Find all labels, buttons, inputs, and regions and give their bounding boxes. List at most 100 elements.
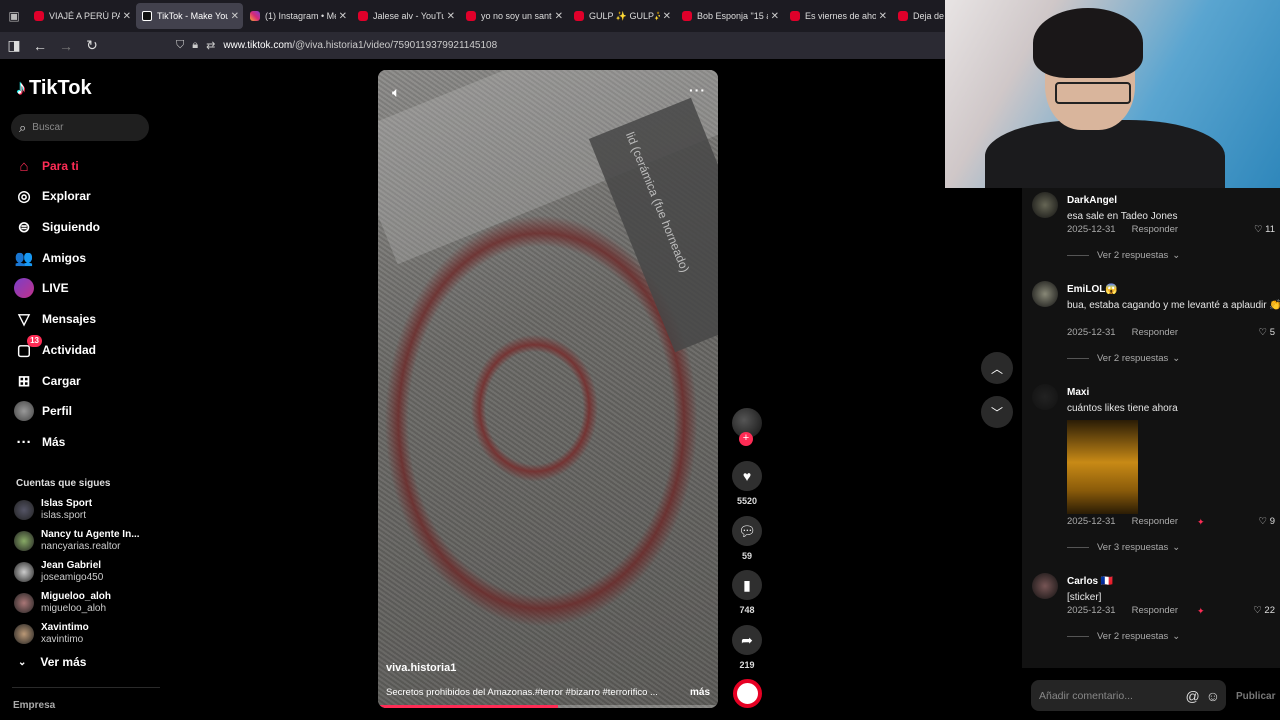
- notification-badge: 13: [27, 335, 42, 347]
- address-bar[interactable]: ⛉ 🔒︎ ⇄ www.tiktok.com/@viva.historia1/vi…: [176, 35, 946, 56]
- next-video-button[interactable]: ﹀: [981, 396, 1013, 428]
- heart-icon[interactable]: ♥: [732, 461, 762, 491]
- comment-like-count: 9: [1269, 516, 1275, 527]
- following-account[interactable]: Islas Sport islas.sport: [14, 498, 92, 522]
- commenter-name[interactable]: Maxi: [1067, 387, 1089, 398]
- comment-like[interactable]: ♡ 22: [1253, 605, 1275, 616]
- commenter-avatar[interactable]: [1032, 384, 1058, 410]
- search-input[interactable]: ⌕ Buscar: [11, 114, 149, 141]
- footer-empresa-link[interactable]: Empresa: [13, 700, 55, 711]
- close-tab-icon[interactable]: ✕: [339, 11, 347, 22]
- reply-button[interactable]: Responder: [1132, 327, 1178, 338]
- volume-icon[interactable]: 🔈︎: [392, 84, 400, 101]
- commenter-avatar[interactable]: [1032, 281, 1058, 307]
- video-more-button[interactable]: más: [690, 687, 710, 698]
- lock-icon: 🔒︎: [192, 39, 199, 51]
- menu-item-following[interactable]: ⊜ Siguiendo: [14, 214, 100, 240]
- tab-title: VIAJÉ A PERÚ PARA: [49, 11, 120, 21]
- browser-tab[interactable]: VIAJÉ A PERÚ PARA✕: [28, 3, 135, 29]
- previous-video-button[interactable]: ︿: [981, 352, 1013, 384]
- browser-tab[interactable]: Bob Esponja "15 añ✕: [676, 3, 783, 29]
- menu-item-more[interactable]: ··· Más: [14, 429, 66, 455]
- close-tab-icon[interactable]: ✕: [771, 11, 779, 22]
- youtube-icon: [574, 11, 584, 21]
- menu-item-compass[interactable]: ◎ Explorar: [14, 183, 91, 209]
- comment-icon[interactable]: 💬︎: [732, 516, 762, 546]
- emoji-icon[interactable]: ☺: [1206, 688, 1220, 704]
- view-replies-button[interactable]: Ver 3 respuestas ⌄: [1067, 542, 1180, 553]
- view-replies-button[interactable]: Ver 2 respuestas ⌄: [1067, 631, 1180, 642]
- reply-button[interactable]: Responder: [1132, 605, 1178, 616]
- browser-tab[interactable]: yo no soy un santo ✕: [460, 3, 567, 29]
- permissions-icon: ⇄: [206, 40, 216, 52]
- menu-item-profile[interactable]: Perfil: [14, 398, 72, 424]
- save-action: ▮ 748: [732, 570, 762, 615]
- comment-image[interactable]: [1067, 420, 1138, 514]
- following-account[interactable]: Migueloo_aloh migueloo_aloh: [14, 591, 111, 615]
- profile-icon: [14, 401, 34, 421]
- commenter-avatar[interactable]: [1032, 192, 1058, 218]
- following-account[interactable]: Nancy tu Agente In... nancyarias.realtor: [14, 529, 140, 553]
- view-replies-button[interactable]: Ver 2 respuestas ⌄: [1067, 250, 1180, 261]
- tiktok-logo[interactable]: ♪ TikTok: [16, 77, 92, 100]
- view-replies-button[interactable]: Ver 2 respuestas ⌄: [1067, 353, 1180, 364]
- close-tab-icon[interactable]: ✕: [555, 11, 563, 22]
- video-player[interactable]: lid (cerámica (fue horneado) 🔈︎ ··· viva…: [378, 70, 718, 708]
- youtube-icon: [790, 11, 800, 21]
- music-disc-icon[interactable]: [733, 679, 762, 708]
- commenter-name[interactable]: EmiLOL😱: [1067, 284, 1118, 295]
- reload-icon[interactable]: ↻: [80, 34, 104, 58]
- account-name: Migueloo_aloh: [41, 591, 111, 602]
- messages-icon: ▽: [18, 311, 30, 328]
- menu-item-friends[interactable]: 👥 Amigos: [14, 245, 86, 271]
- menu-item-messages[interactable]: ▽ Mensajes: [14, 306, 96, 332]
- account-username: migueloo_aloh: [41, 603, 107, 614]
- comment-input[interactable]: Añadir comentario... @ ☺: [1031, 680, 1226, 711]
- mention-icon[interactable]: @: [1185, 688, 1199, 704]
- browser-tab[interactable]: (1) Instagram • Mer ✕: [244, 3, 351, 29]
- forward-icon[interactable]: →: [54, 34, 78, 58]
- menu-item-activity[interactable]: ▢ 13 Actividad: [14, 335, 96, 363]
- reply-button[interactable]: Responder: [1132, 516, 1178, 527]
- heart-outline-icon: ♡: [1253, 605, 1265, 616]
- close-tab-icon[interactable]: ✕: [231, 11, 239, 22]
- following-account[interactable]: Jean Gabriel joseamigo450: [14, 560, 103, 584]
- commenter-name[interactable]: DarkAngel: [1067, 195, 1117, 206]
- browser-tab[interactable]: GULP ✨ GULP✨G✕: [568, 3, 675, 29]
- see-more-button[interactable]: ⌄ Ver más: [18, 655, 86, 669]
- youtube-icon: [898, 11, 908, 21]
- menu-label: Explorar: [42, 189, 91, 203]
- comment-like[interactable]: ♡ 11: [1254, 224, 1275, 235]
- more-options-icon[interactable]: ···: [689, 82, 706, 98]
- browser-tab[interactable]: TikTok - Make Your ✕: [136, 3, 243, 29]
- browser-tab[interactable]: Jalese alv - YouTube✕: [352, 3, 459, 29]
- sidebar-toggle-icon[interactable]: ◨: [2, 34, 26, 58]
- view-replies-label: Ver 2 respuestas: [1097, 353, 1169, 364]
- commenter-name[interactable]: Carlos 🇫🇷: [1067, 576, 1113, 587]
- commenter-avatar[interactable]: [1032, 573, 1058, 599]
- publish-button[interactable]: Publicar: [1236, 691, 1275, 702]
- close-tab-icon[interactable]: ✕: [879, 11, 887, 22]
- comment-like[interactable]: ♡ 9: [1259, 516, 1275, 527]
- avatar: [14, 593, 34, 613]
- back-icon[interactable]: ←: [28, 34, 52, 58]
- tab-list-icon[interactable]: ▣: [0, 0, 28, 32]
- menu-item-live[interactable]: LIVE: [14, 275, 69, 301]
- browser-tab[interactable]: Es viernes de ahorc✕: [784, 3, 891, 29]
- close-tab-icon[interactable]: ✕: [447, 11, 455, 22]
- close-tab-icon[interactable]: ✕: [663, 11, 671, 22]
- following-account[interactable]: Xavintimo xavintimo: [14, 622, 89, 646]
- share-icon[interactable]: ➦: [732, 625, 762, 655]
- menu-item-home[interactable]: ⌂ Para ti: [14, 153, 78, 179]
- video-progress-bar[interactable]: [378, 705, 718, 708]
- menu-item-upload[interactable]: ⊞ Cargar: [14, 368, 81, 394]
- bookmark-icon[interactable]: ▮: [732, 570, 762, 600]
- comment-like[interactable]: ♡ 5: [1259, 327, 1275, 338]
- follow-plus-icon[interactable]: +: [739, 432, 753, 446]
- close-tab-icon[interactable]: ✕: [123, 11, 131, 22]
- comment-text: cuántos likes tiene ahora: [1067, 403, 1178, 414]
- reply-button[interactable]: Responder: [1132, 224, 1178, 235]
- view-replies-label: Ver 3 respuestas: [1097, 542, 1169, 553]
- comment-like-count: 5: [1269, 327, 1275, 338]
- video-author[interactable]: viva.historia1: [386, 662, 456, 674]
